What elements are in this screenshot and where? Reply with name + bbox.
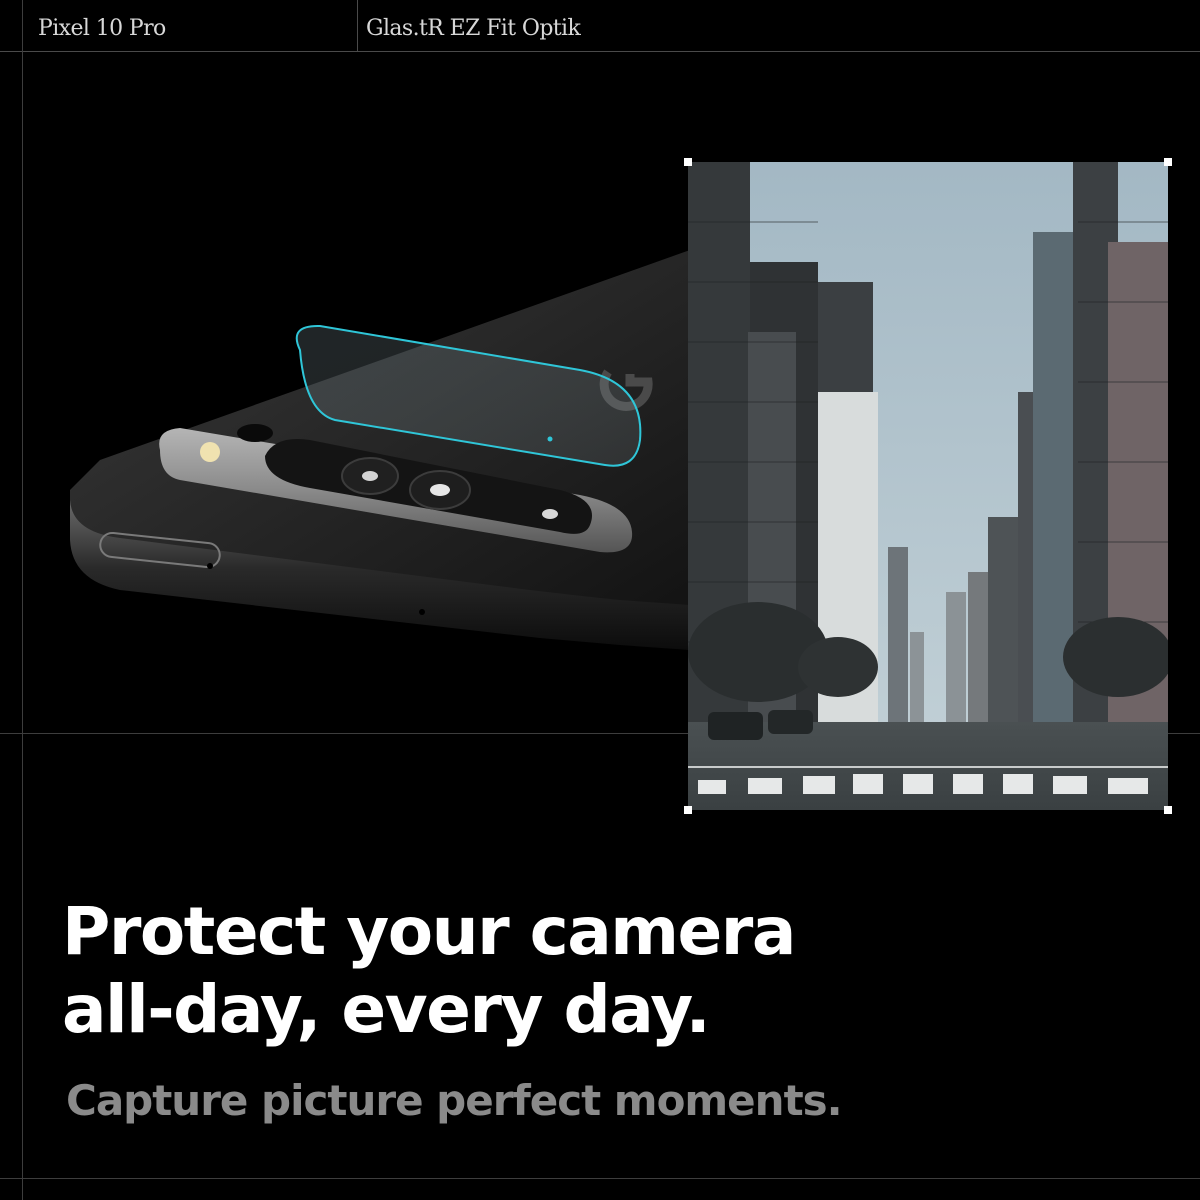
- product-model-name: Glas.tR EZ Fit Optik: [366, 16, 581, 41]
- crop-handle-icon-top-left: [684, 158, 692, 166]
- product-name: Pixel 10 Pro: [38, 16, 166, 41]
- phone-camera-render: [60, 160, 690, 680]
- headline-line-2: all-day, every day.: [62, 971, 711, 1048]
- subheadline: Capture picture perfect moments.: [66, 1076, 843, 1125]
- crop-handle-icon-bottom-left: [684, 806, 692, 814]
- header-separator: [357, 0, 358, 52]
- headline-line-1: Protect your camera: [62, 893, 796, 970]
- grid-line-horizontal-bottom: [0, 1178, 1200, 1179]
- crop-handle-icon-bottom-right: [1164, 806, 1172, 814]
- grid-line-vertical: [22, 0, 23, 1200]
- crop-handle-icon-top-right: [1164, 158, 1172, 166]
- headline: Protect your camera all-day, every day.: [62, 893, 796, 1049]
- header-divider-line: [0, 51, 1200, 52]
- sample-photo-city-street: [688, 162, 1168, 810]
